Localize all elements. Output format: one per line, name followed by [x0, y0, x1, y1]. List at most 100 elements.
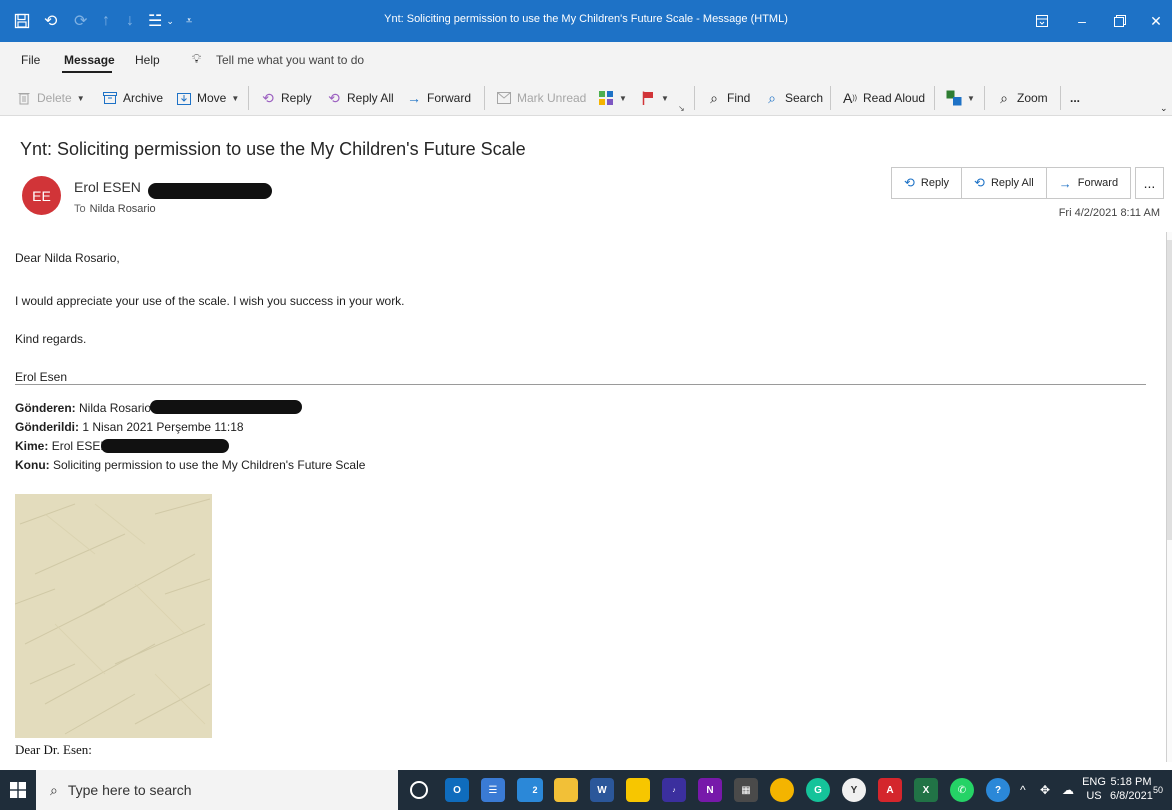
redacted-to-email [101, 439, 229, 453]
more-commands-button[interactable]: ... [1070, 88, 1080, 108]
to-label: Kime: [15, 439, 49, 453]
zoom-button[interactable]: ⌕ Zoom [996, 88, 1048, 108]
quoted-greeting: Dear Dr. Esen: [15, 742, 92, 757]
archive-button[interactable]: Archive [102, 88, 163, 108]
window-title: Ynt: Soliciting permission to use the My… [384, 13, 788, 25]
chrome-app-icon[interactable] [770, 778, 794, 802]
clock[interactable]: 5:18 PM 6/8/2021 [1110, 775, 1153, 803]
header-forward-button[interactable]: → Forward [1047, 168, 1130, 198]
chevron-down-icon: ▼ [619, 93, 627, 103]
active-tab-indicator [62, 71, 112, 73]
save-icon[interactable] [14, 0, 30, 42]
read-aloud-button[interactable]: A)) Read Aloud [842, 88, 925, 108]
translate-button[interactable]: ▼ [946, 88, 975, 108]
ribbon-separator [248, 86, 249, 110]
chevron-down-icon: ▼ [76, 93, 85, 103]
more-actions-button[interactable]: ... [1135, 167, 1164, 199]
app-icon[interactable]: Y [842, 778, 866, 802]
reply-label: Reply [281, 91, 312, 105]
excel-app-icon[interactable]: X [914, 778, 938, 802]
zoom-label: Zoom [1017, 91, 1048, 105]
clock-date: 6/8/2021 [1110, 790, 1153, 802]
help-icon[interactable]: ? [986, 778, 1010, 802]
ribbon-display-options-icon[interactable] [1022, 0, 1062, 42]
acrobat-app-icon[interactable]: A [878, 778, 902, 802]
dialog-launcher-icon[interactable]: ↘ [678, 98, 685, 118]
ribbon-separator [830, 86, 831, 110]
calculator-app-icon[interactable]: ▦ [734, 778, 758, 802]
reply-button[interactable]: ⟲ Reply [260, 88, 312, 108]
mark-unread-button: Mark Unread [496, 88, 586, 108]
chat-app-icon[interactable]: ☰ [481, 778, 505, 802]
close-icon[interactable]: ✕ [1136, 0, 1172, 42]
read-aloud-label: Read Aloud [863, 91, 926, 105]
zoom-icon: ⌕ [1000, 89, 1008, 106]
language-code: ENG [1082, 776, 1106, 788]
lightbulb-icon: 💡︎ [192, 51, 202, 66]
notification-count: 50 [1153, 785, 1164, 795]
tab-file[interactable]: File [21, 53, 40, 67]
customize-toolbar-icon[interactable]: ⩡ [186, 0, 192, 42]
find-button[interactable]: ⌕ Find [706, 88, 750, 108]
chevron-down-icon: ▼ [967, 93, 975, 103]
move-icon [176, 90, 192, 106]
ribbon-separator [934, 86, 935, 110]
translate-icon [946, 90, 962, 106]
redacted-sender-email [148, 183, 272, 199]
restore-icon[interactable] [1100, 0, 1140, 42]
dropbox-icon[interactable]: ✥ [1040, 770, 1050, 810]
categorize-button[interactable]: ▼ [598, 88, 627, 108]
move-button[interactable]: Move ▼ [176, 88, 239, 108]
archive-icon [102, 90, 118, 106]
amazon-music-icon[interactable]: ♪ [662, 778, 686, 802]
quoted-to: Kime: Erol ESEN [15, 439, 109, 453]
chevron-down-icon: ▼ [661, 93, 669, 103]
search-button[interactable]: ⌕ Search [764, 88, 823, 108]
sticky-notes-icon[interactable] [626, 778, 650, 802]
recipient-name[interactable]: Nilda Rosario [90, 203, 156, 215]
outlook-app-icon[interactable]: O [445, 778, 469, 802]
follow-up-button[interactable]: ▼ [640, 88, 669, 108]
header-reply-button[interactable]: ⟲ Reply [892, 168, 963, 198]
header-reply-all-button[interactable]: ⟲ Reply All [962, 168, 1047, 198]
collapse-ribbon-icon[interactable]: ⌄ [1160, 98, 1168, 118]
file-explorer-icon[interactable] [554, 778, 578, 802]
cortana-icon[interactable] [410, 781, 428, 799]
categorize-icon[interactable]: ☱ ⌄ [148, 0, 174, 42]
show-hidden-icons-icon[interactable]: ^ [1020, 770, 1026, 810]
minimize-icon[interactable]: – [1062, 0, 1102, 42]
windows-start-button[interactable] [0, 770, 36, 810]
sender-name[interactable]: Erol ESEN [74, 179, 141, 195]
find-label: Find [727, 91, 751, 105]
embedded-letterhead-image [15, 494, 212, 738]
language-indicator[interactable]: ENG US [1080, 775, 1108, 803]
from-label: Gönderen: [15, 401, 76, 415]
vertical-scrollbar[interactable] [1166, 232, 1172, 762]
chevron-down-icon: ▼ [231, 93, 240, 103]
body-greeting: Dear Nilda Rosario, [15, 251, 120, 265]
categorize-icon [598, 90, 614, 106]
word-app-icon[interactable]: W [590, 778, 614, 802]
taskbar-search[interactable]: ⌕ Type here to search [36, 770, 398, 810]
grammarly-app-icon[interactable]: G [806, 778, 830, 802]
phone-app-icon[interactable]: 2 [517, 778, 543, 802]
forward-button[interactable]: → Forward [406, 88, 471, 108]
email-action-buttons: ⟲ Reply ⟲ Reply All → Forward [891, 167, 1132, 199]
onenote-app-icon[interactable]: N [698, 778, 722, 802]
tab-message[interactable]: Message [64, 53, 115, 67]
email-date: Fri 4/2/2021 8:11 AM [1058, 207, 1160, 219]
notifications-icon[interactable]: 50 [1153, 770, 1163, 810]
redo-icon: ⟳ [74, 13, 88, 30]
tab-help[interactable]: Help [135, 53, 160, 67]
reply-all-button[interactable]: ⟲ Reply All [326, 88, 394, 108]
onedrive-icon[interactable]: ☁ [1062, 770, 1074, 810]
ribbon-separator [694, 86, 695, 110]
whatsapp-app-icon[interactable]: ✆ [950, 778, 974, 802]
envelope-icon [496, 90, 512, 106]
find-icon: ⌕ [710, 89, 718, 106]
reply-all-label: Reply All [347, 91, 394, 105]
region-code: US [1086, 790, 1102, 802]
tell-me-search[interactable]: Tell me what you want to do [216, 53, 364, 67]
scrollbar-thumb[interactable] [1167, 240, 1172, 540]
undo-icon[interactable]: ⟲ [44, 0, 57, 42]
